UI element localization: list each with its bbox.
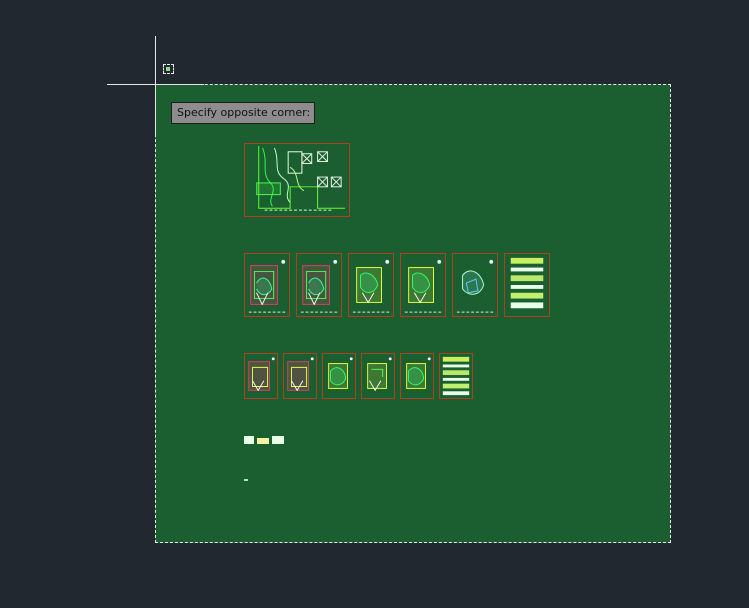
- elevation-sheet-1[interactable]: [244, 353, 278, 399]
- site-plan-sheet[interactable]: [244, 143, 350, 217]
- elevation-sheet-2[interactable]: [283, 353, 317, 399]
- floor-plan-sheet-2[interactable]: [296, 253, 342, 317]
- elevation-sheet-4[interactable]: [361, 353, 395, 399]
- selection-window: [155, 84, 671, 543]
- crosshair-vertical: [155, 36, 156, 136]
- floor-plan-sheet-3[interactable]: [348, 253, 394, 317]
- floor-plan-sheet-4[interactable]: [400, 253, 446, 317]
- command-prompt-text: Specify opposite corner:: [177, 106, 311, 119]
- schedule-sheet-1[interactable]: [504, 253, 550, 317]
- elevation-sheet-5[interactable]: [400, 353, 434, 399]
- command-prompt-tooltip: Specify opposite corner:: [171, 102, 315, 124]
- schedule-sheet-2[interactable]: [439, 353, 473, 399]
- legend-block[interactable]: [244, 435, 286, 445]
- floor-plan-sheet-5[interactable]: [452, 253, 498, 317]
- floor-plan-sheet-1[interactable]: [244, 253, 290, 317]
- pickbox-icon: [163, 64, 174, 74]
- elevation-sheet-3[interactable]: [322, 353, 356, 399]
- small-mark: [244, 479, 248, 481]
- drawing-area[interactable]: Specify opposite corner:: [0, 0, 749, 608]
